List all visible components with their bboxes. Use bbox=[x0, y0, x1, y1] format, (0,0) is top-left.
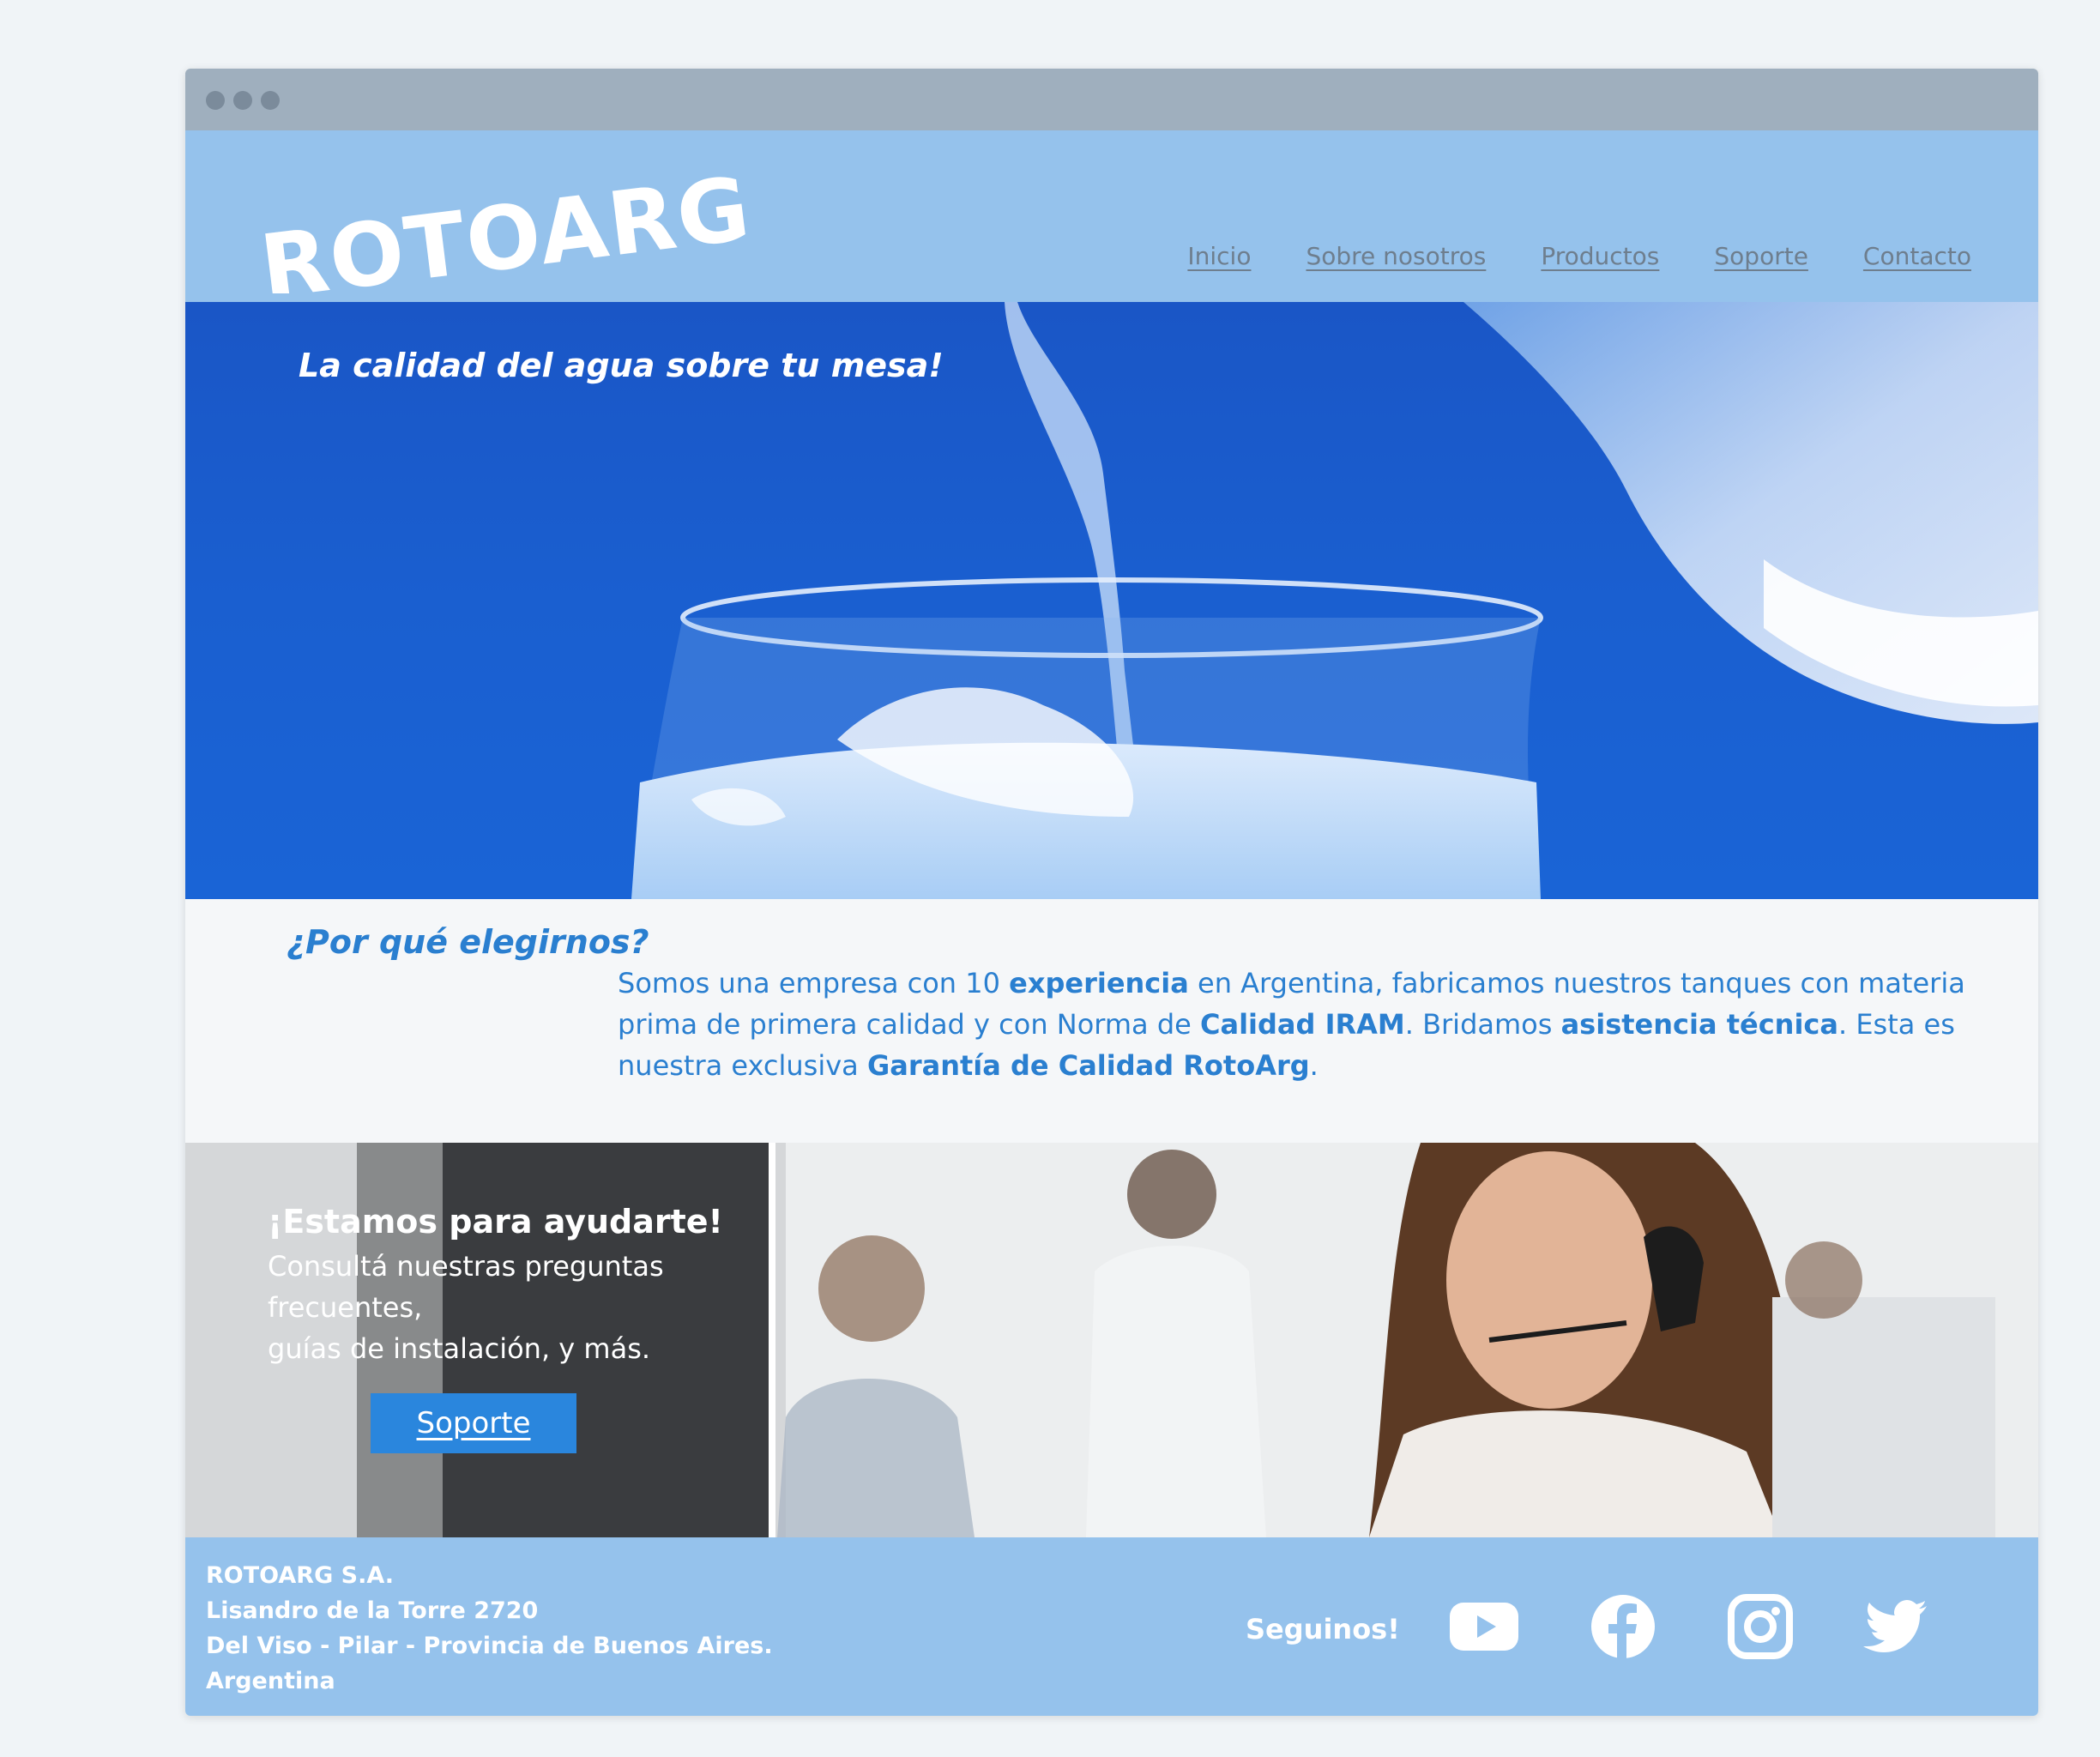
hero-tagline: La calidad del agua sobre tu mesa! bbox=[299, 347, 944, 384]
window-titlebar bbox=[185, 69, 2038, 130]
nav-link-sobre-nosotros[interactable]: Sobre nosotros bbox=[1306, 242, 1486, 270]
window-control-dot[interactable] bbox=[233, 91, 252, 110]
hero-banner: La calidad del agua sobre tu mesa! bbox=[185, 302, 2038, 899]
address-country: Argentina bbox=[206, 1668, 335, 1694]
nav-link-productos[interactable]: Productos bbox=[1541, 242, 1659, 270]
facebook-icon[interactable] bbox=[1589, 1592, 1657, 1661]
why-us-section: ¿Por qué elegirnos? Somos una empresa co… bbox=[185, 899, 2038, 1143]
support-section: ¡Estamos para ayudarte! Consultá nuestra… bbox=[185, 1143, 2038, 1537]
twitter-icon[interactable] bbox=[1862, 1592, 1930, 1661]
water-glass-image bbox=[631, 302, 2038, 899]
support-title: ¡Estamos para ayudarte! bbox=[268, 1203, 723, 1241]
support-description: Consultá nuestras preguntas frecuentes, … bbox=[268, 1250, 664, 1365]
why-us-text: Somos una empresa con 10 experiencia en … bbox=[618, 967, 1965, 1082]
rotoarg-logo[interactable]: ROTOARG bbox=[252, 148, 767, 319]
address-city: Del Viso - Pilar - Provincia de Buenos A… bbox=[206, 1633, 773, 1659]
svg-text:ROTOARG: ROTOARG bbox=[256, 158, 757, 293]
nav-link-inicio[interactable]: Inicio bbox=[1187, 242, 1251, 270]
why-us-title: ¿Por qué elegirnos? bbox=[287, 923, 649, 961]
youtube-icon[interactable] bbox=[1450, 1592, 1518, 1661]
site-footer: ROTOARG S.A. Lisandro de la Torre 2720 D… bbox=[185, 1537, 2038, 1716]
main-nav: Inicio Sobre nosotros Productos Soporte … bbox=[1187, 242, 1971, 270]
instagram-icon[interactable] bbox=[1726, 1592, 1795, 1661]
support-button[interactable]: Soporte bbox=[371, 1393, 576, 1453]
company-address: ROTOARG S.A. Lisandro de la Torre 2720 D… bbox=[206, 1558, 773, 1699]
address-street: Lisandro de la Torre 2720 bbox=[206, 1597, 539, 1624]
site-header: ROTOARG Inicio Sobre nosotros Productos … bbox=[185, 130, 2038, 319]
nav-link-soporte[interactable]: Soporte bbox=[1714, 242, 1808, 270]
nav-link-contacto[interactable]: Contacto bbox=[1863, 242, 1971, 270]
company-name: ROTOARG S.A. bbox=[206, 1562, 394, 1589]
browser-window: ROTOARG Inicio Sobre nosotros Productos … bbox=[185, 69, 2038, 1716]
window-control-dot[interactable] bbox=[206, 91, 225, 110]
window-control-dot[interactable] bbox=[261, 91, 280, 110]
follow-us-label: Seguinos! bbox=[1246, 1613, 1400, 1645]
